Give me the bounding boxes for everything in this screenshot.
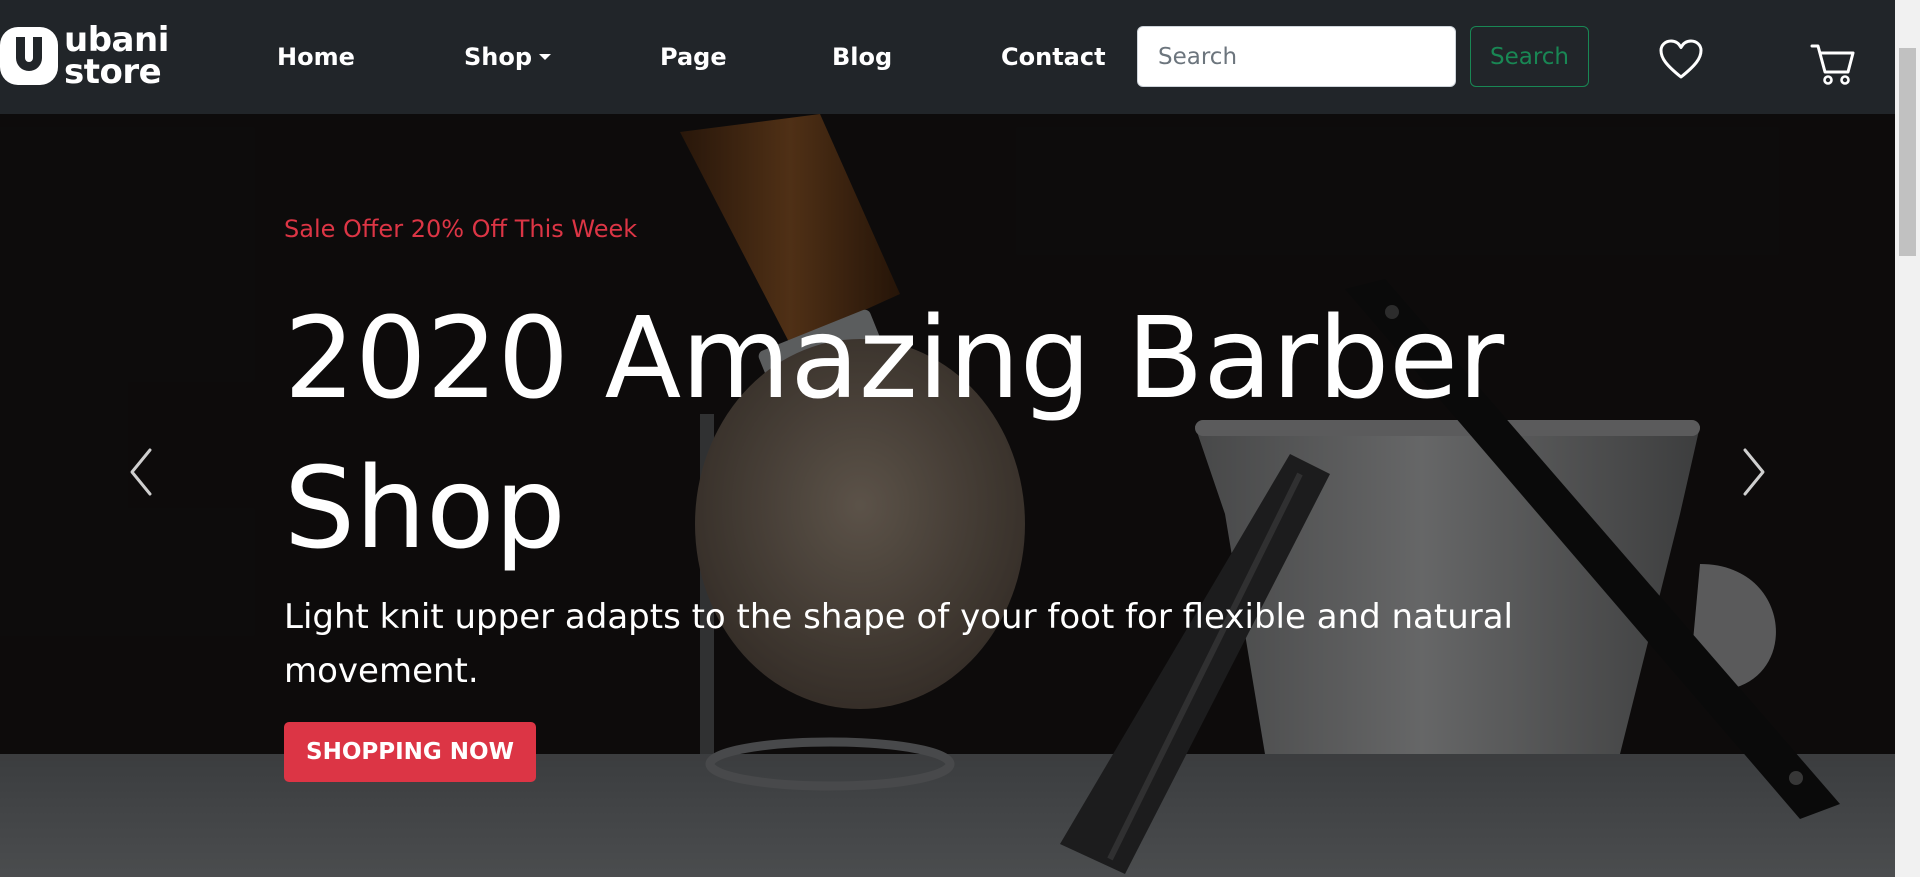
shopping-now-button[interactable]: SHOPPING NOW xyxy=(284,722,536,782)
brand-name: ubani store xyxy=(64,23,169,92)
u-logo-icon xyxy=(0,27,58,85)
brand-name-line2: store xyxy=(64,52,162,92)
hero-subtitle: Sale Offer 20% Off This Week xyxy=(284,215,638,243)
chevron-left-icon[interactable] xyxy=(124,444,160,500)
search-button[interactable]: Search xyxy=(1470,26,1589,87)
nav-shop[interactable]: Shop xyxy=(464,40,552,74)
nav-page[interactable]: Page xyxy=(660,40,727,74)
heart-icon[interactable] xyxy=(1658,38,1704,80)
nav-blog[interactable]: Blog xyxy=(832,40,892,74)
chevron-right-icon[interactable] xyxy=(1735,444,1771,500)
navbar: ubani store Home Shop Page Blog Contact … xyxy=(0,0,1895,114)
brand-logo[interactable]: ubani store xyxy=(0,20,169,92)
hero-carousel: Sale Offer 20% Off This Week 2020 Amazin… xyxy=(0,114,1895,877)
cart-icon[interactable] xyxy=(1810,42,1856,86)
nav-contact[interactable]: Contact xyxy=(1001,40,1106,74)
hero-description: Light knit upper adapts to the shape of … xyxy=(284,597,1513,691)
scrollbar-thumb[interactable] xyxy=(1899,48,1916,256)
nav-home[interactable]: Home xyxy=(277,40,355,74)
search-input[interactable] xyxy=(1137,26,1456,87)
nav-shop-label: Shop xyxy=(464,43,533,71)
hero-title: 2020 Amazing Barber Shop xyxy=(284,294,1505,574)
page-scrollbar[interactable] xyxy=(1895,0,1920,877)
caret-down-icon xyxy=(539,54,552,60)
